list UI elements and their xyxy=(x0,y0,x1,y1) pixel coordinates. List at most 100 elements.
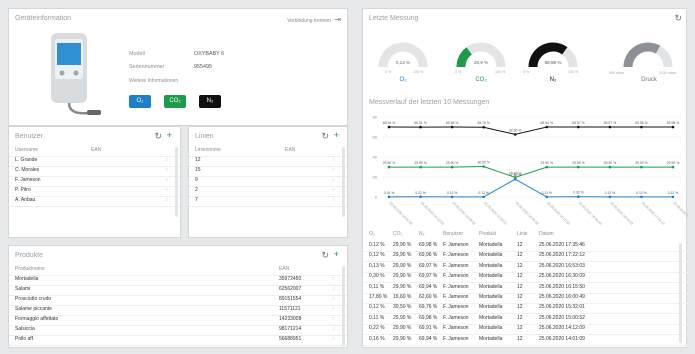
y-tick-label: 80 xyxy=(373,115,378,120)
data-point xyxy=(608,165,612,169)
data-label: 29.90 % xyxy=(635,161,647,165)
disconnect-link[interactable]: Verbindung trennen ⇥ xyxy=(287,15,341,24)
table-row[interactable]: Salame piccante 11571121 ○ xyxy=(9,306,347,316)
eye-icon[interactable]: ○ xyxy=(165,197,168,203)
table-row[interactable]: Formaggio affettato 14233008 ○ xyxy=(9,316,347,326)
data-point xyxy=(545,125,549,129)
table-cell: F. Jameson xyxy=(443,252,469,259)
table-row[interactable]: Salsiccia 98171214 ○ xyxy=(9,326,347,336)
lines-col-name: Liniennnme xyxy=(195,147,221,153)
table-row[interactable]: L. Grande ○ xyxy=(9,157,180,167)
table-row[interactable]: 0,11 % 29,90 % 69,94 % F. Jameson Mortadella… xyxy=(363,284,688,294)
gas-button-co2[interactable]: CO₂ xyxy=(164,95,186,108)
scrollbar[interactable] xyxy=(342,147,345,217)
table-row[interactable]: 0,22 % 29,90 % 69,91 % F. Jameson Mortadella… xyxy=(363,325,688,336)
eye-icon[interactable]: ○ xyxy=(165,177,168,183)
table-row[interactable]: 0,12 % 29,90 % 69,96 % F. Jameson Mortadella… xyxy=(363,252,688,263)
eye-icon[interactable]: ○ xyxy=(332,306,335,312)
eye-icon[interactable]: ○ xyxy=(165,167,168,173)
refresh-icon[interactable]: ↻ xyxy=(321,132,329,141)
gauge-o2-label: O₂ xyxy=(399,77,407,83)
eye-icon[interactable]: ○ xyxy=(332,276,335,282)
scrollbar[interactable] xyxy=(175,147,178,217)
refresh-icon[interactable]: ↻ xyxy=(674,14,682,23)
table-cell: 12 xyxy=(517,304,523,311)
scrollbar[interactable] xyxy=(342,266,345,346)
history-table-header: O₂ CO₂ N₂ Benutzer Produkt Linie Datum xyxy=(363,231,688,240)
table-row[interactable]: 0,11 % 29,90 % 69,98 % F. Jameson Mortadella… xyxy=(363,315,688,325)
table-row[interactable]: 15 ○ xyxy=(189,167,347,177)
table-row[interactable]: 0,12 % 30,50 % 69,76 % F. Jameson Mortadella… xyxy=(363,304,688,315)
more-info-link[interactable]: Weitere Informationen xyxy=(129,78,178,84)
y-tick-label: 20 xyxy=(373,175,378,180)
table-cell: F. Jameson xyxy=(443,325,469,332)
table-row[interactable]: 0,16 % 29,90 % 69,94 % F. Jameson Mortadella… xyxy=(363,336,688,346)
table-row[interactable]: Mortadella 35972450 ○ xyxy=(9,276,347,286)
table-row[interactable]: 2 ○ xyxy=(189,187,347,197)
table-cell: 69,96 % xyxy=(419,252,438,259)
table-cell: 69,94 % xyxy=(419,335,438,342)
data-point xyxy=(671,195,675,199)
refresh-icon[interactable]: ↻ xyxy=(321,251,329,260)
eye-icon[interactable]: ○ xyxy=(332,326,335,332)
table-cell: 69,97 % xyxy=(419,273,438,280)
data-point xyxy=(450,165,454,169)
table-row[interactable]: P. Pitro ○ xyxy=(9,187,180,197)
table-row[interactable]: 12 ○ xyxy=(189,157,347,167)
table-row[interactable]: Pollo aff. 56688951 ○ xyxy=(9,336,347,346)
product-name: Salami xyxy=(15,286,31,292)
data-label: 62.60 % xyxy=(509,128,521,132)
table-row[interactable]: 7 ○ xyxy=(189,197,347,207)
table-row[interactable]: F. Jameson ○ xyxy=(9,177,180,187)
table-row[interactable]: 9 ○ xyxy=(189,177,347,187)
table-row[interactable]: 0,30 % 29,90 % 69,97 % F. Jameson Mortadella… xyxy=(363,273,688,284)
data-label: 29.90 % xyxy=(667,161,679,165)
table-row[interactable]: 0,13 % 29,90 % 69,97 % F. Jameson Mortadella… xyxy=(363,263,688,273)
data-point xyxy=(640,165,643,169)
gas-button-n2[interactable]: N₂ xyxy=(199,95,221,108)
table-cell: 29,90 % xyxy=(393,335,412,342)
table-row[interactable]: A. Anbau ○ xyxy=(9,197,180,207)
refresh-icon[interactable]: ↻ xyxy=(154,132,162,141)
user-name: L. Grande xyxy=(15,157,38,163)
add-icon[interactable]: + xyxy=(334,250,339,259)
eye-icon[interactable]: ○ xyxy=(332,187,335,193)
eye-icon[interactable]: ○ xyxy=(332,157,335,163)
table-row[interactable]: 17,80 % 19,60 % 62,60 % F. Jameson Mortadell… xyxy=(363,294,688,304)
gauge-co2-max: 100 % xyxy=(495,70,506,74)
product-ean: 56688951 xyxy=(279,336,302,342)
add-icon[interactable]: + xyxy=(167,131,172,140)
data-label: 0.11 % xyxy=(542,191,552,195)
table-row[interactable]: 0,12 % 29,90 % 69,98 % F. Jameson Mortadella… xyxy=(363,242,688,252)
product-ean: 62562007 xyxy=(279,286,302,292)
series-line xyxy=(388,126,674,135)
data-label: 0.16 % xyxy=(384,191,395,195)
data-point xyxy=(671,165,675,169)
eye-icon[interactable]: ○ xyxy=(332,296,335,302)
table-row[interactable]: Salami 62562007 ○ xyxy=(9,286,347,296)
data-point xyxy=(513,177,517,181)
table-cell: 12 xyxy=(517,294,523,300)
line-name: 9 xyxy=(195,177,198,183)
eye-icon[interactable]: ○ xyxy=(332,316,335,322)
eye-icon[interactable]: ○ xyxy=(165,187,168,193)
table-cell: Mortadella xyxy=(479,262,503,269)
table-row[interactable]: C. Morales ○ xyxy=(9,167,180,177)
series-line xyxy=(388,178,673,198)
data-label: 69.98 % xyxy=(446,121,458,125)
measurement-panel: Letzte Messung ↻ 0,12 % 29,9 % 69,98 % 9… xyxy=(362,8,688,348)
eye-icon[interactable]: ○ xyxy=(165,157,168,163)
eye-icon[interactable]: ○ xyxy=(332,197,335,203)
table-cell: 30,50 % xyxy=(393,304,412,311)
eye-icon[interactable]: ○ xyxy=(332,286,335,292)
add-icon[interactable]: + xyxy=(334,131,339,140)
x-tick-label: 25.06.2020 16:00:49 xyxy=(515,201,540,226)
table-row[interactable]: Prosciutto crudo 89151554 ○ xyxy=(9,296,347,306)
eye-icon[interactable]: ○ xyxy=(332,167,335,173)
product-ean: 35972450 xyxy=(279,276,302,282)
gas-button-o2[interactable]: O₂ xyxy=(129,95,151,108)
eye-icon[interactable]: ○ xyxy=(332,177,335,183)
scrollbar[interactable] xyxy=(679,243,682,343)
eye-icon[interactable]: ○ xyxy=(332,336,335,342)
product-name: Salsiccia xyxy=(15,326,35,332)
